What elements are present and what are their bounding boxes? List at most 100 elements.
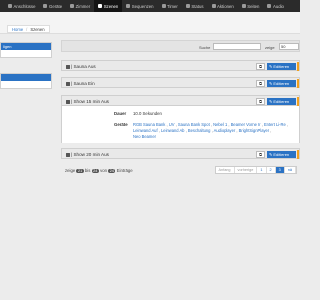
pencil-icon: ✎ <box>269 152 273 157</box>
entries-suffix: Einträge <box>116 168 133 173</box>
film-icon <box>66 100 70 104</box>
row-accent <box>297 62 299 71</box>
nav-item-anschlüsse[interactable]: Anschlüsse <box>4 0 39 12</box>
search-input[interactable] <box>213 43 261 50</box>
device-link[interactable]: Leinwand Ab <box>161 128 184 133</box>
entries-mid2: von <box>100 168 107 173</box>
page-button[interactable]: 3 <box>275 167 285 173</box>
film-icon <box>66 82 70 86</box>
scene-row[interactable]: | Show 20 min Aus ⧉ ✎ Editieren <box>61 148 300 159</box>
film-icon <box>66 153 70 157</box>
device-separator: , <box>269 128 272 133</box>
nav-item-label: Status <box>191 3 204 9</box>
pencil-icon: ✎ <box>269 99 273 104</box>
copy-icon: ⧉ <box>259 152 262 157</box>
nav-item-label: Sequenzen <box>131 3 154 9</box>
nav-item-label: Geräte <box>48 3 63 9</box>
duration-label: Dauer <box>114 111 127 116</box>
nav-item-icon <box>161 4 166 8</box>
nav-item-icon <box>98 4 103 8</box>
breadcrumb-current: Szenen <box>30 26 45 32</box>
edit-button-label: Editieren <box>273 99 290 104</box>
top-navigation: Anschlüsse Geräte Zimmer Szenen Sequenzen Tim… <box>0 0 300 12</box>
entries-prefix: zeige <box>65 168 76 173</box>
devices-list: RGB Sauna Bank , UV , Sauna Bank Spot , … <box>133 122 293 140</box>
show-count-select[interactable]: 50 <box>279 43 299 50</box>
edit-button[interactable]: ✎ Editieren <box>267 98 296 105</box>
entries-from: 21 <box>76 169 84 173</box>
nav-item-icon <box>211 4 216 8</box>
nav-item-zimmer[interactable]: Zimmer <box>66 0 94 12</box>
copy-icon: ⧉ <box>259 99 262 104</box>
edit-button[interactable]: ✎ Editieren <box>267 63 296 70</box>
nav-item-label: Anschlüsse <box>13 3 36 9</box>
nav-item-icon <box>267 4 272 8</box>
scene-title: | Show 15 min Aus <box>66 99 109 104</box>
nav-item-label: Audio <box>272 3 284 9</box>
copy-icon: ⧉ <box>259 64 262 69</box>
device-link[interactable]: Beschaltung <box>188 128 211 133</box>
device-link[interactable]: Neo Beamer <box>133 134 156 139</box>
edit-button[interactable]: ✎ Editieren <box>267 151 296 158</box>
sidebar-panel-header[interactable]: ligen <box>1 43 51 50</box>
entries-info: zeige 21 bis 24 von 24 Einträge <box>65 168 133 173</box>
sidebar-panel-header-second[interactable] <box>1 74 51 81</box>
nav-item-sequenzen[interactable]: Sequenzen <box>122 0 157 12</box>
show-count-label: zeige <box>265 44 275 50</box>
scene-row-expanded[interactable]: | Show 15 min Aus ⧉ ✎ Editieren <box>61 95 300 106</box>
edit-button-label: Editieren <box>273 64 290 69</box>
page-button[interactable]: Anfang <box>216 167 235 173</box>
nav-item-label: Szenen <box>103 3 119 9</box>
device-link[interactable]: BrightSignPlayer <box>239 128 270 133</box>
scene-row[interactable]: | Sauna Ein ⧉ ✎ Editieren <box>61 77 300 88</box>
nav-item-audio[interactable]: Audio <box>263 0 288 12</box>
copy-button[interactable]: ⧉ <box>256 80 265 87</box>
devices-label: Geräte <box>114 122 128 127</box>
sidebar-panel-second <box>0 73 52 89</box>
scene-title: | Sauna Aus <box>66 64 96 69</box>
sidebar-panel-body-second <box>1 81 51 88</box>
nav-item-geräte[interactable]: Geräte <box>39 0 66 12</box>
nav-item-seiten[interactable]: Seiten <box>238 0 264 12</box>
list-footer: zeige 21 bis 24 von 24 Einträge Anfang vo… <box>61 164 300 178</box>
sidebar-panel-body <box>1 50 51 57</box>
nav-item-timer[interactable]: Timer <box>158 0 182 12</box>
page-button[interactable]: 2 <box>267 167 276 173</box>
nav-item-label: Timer <box>167 3 178 9</box>
entries-total: 24 <box>108 169 116 173</box>
list-toolbar: Suche zeige 50 <box>61 40 300 52</box>
nav-item-icon <box>126 4 131 8</box>
device-link[interactable]: Beamer Vorne Ir <box>231 122 261 127</box>
row-accent <box>297 97 299 106</box>
device-separator: , <box>285 122 289 127</box>
device-link[interactable]: Entert Li-Re <box>264 122 286 127</box>
device-link[interactable]: Sauna Bank Spot <box>178 122 210 127</box>
nav-item-label: Seiten <box>247 3 260 9</box>
breadcrumb-home[interactable]: Home <box>12 27 23 32</box>
copy-button[interactable]: ⧉ <box>256 151 265 158</box>
nav-item-szenen[interactable]: Szenen <box>94 0 123 12</box>
copy-button[interactable]: ⧉ <box>256 63 265 70</box>
scene-title: | Show 20 min Aus <box>66 152 109 157</box>
edit-button[interactable]: ✎ Editieren <box>267 80 296 87</box>
scene-title: | Sauna Ein <box>66 81 95 86</box>
copy-button[interactable]: ⧉ <box>256 98 265 105</box>
scene-title-text: | Show 15 min Aus <box>71 99 109 104</box>
nav-item-icon <box>185 4 190 8</box>
scene-row[interactable]: | Sauna Aus ⧉ ✎ Editieren <box>61 60 300 71</box>
page-button[interactable]: nä <box>285 167 296 173</box>
nav-item-label: Zimmer <box>75 3 91 9</box>
nav-item-icon <box>241 4 246 8</box>
nav-item-label: Aktionen <box>217 3 234 9</box>
scene-title-text: | Sauna Aus <box>71 64 96 69</box>
page-button[interactable]: 1 <box>257 167 267 173</box>
scene-title-text: | Sauna Ein <box>71 81 95 86</box>
device-link[interactable]: Leinwand Auf <box>133 128 158 133</box>
device-link[interactable]: Audioplayer <box>214 128 236 133</box>
nav-item-icon <box>43 4 48 8</box>
page-button[interactable]: vorherige <box>235 167 258 173</box>
nav-item-status[interactable]: Status <box>182 0 208 12</box>
nav-item-aktionen[interactable]: Aktionen <box>208 0 238 12</box>
device-link[interactable]: Nebel 1 <box>213 122 227 127</box>
device-link[interactable]: RGB Sauna Bank <box>133 122 165 127</box>
